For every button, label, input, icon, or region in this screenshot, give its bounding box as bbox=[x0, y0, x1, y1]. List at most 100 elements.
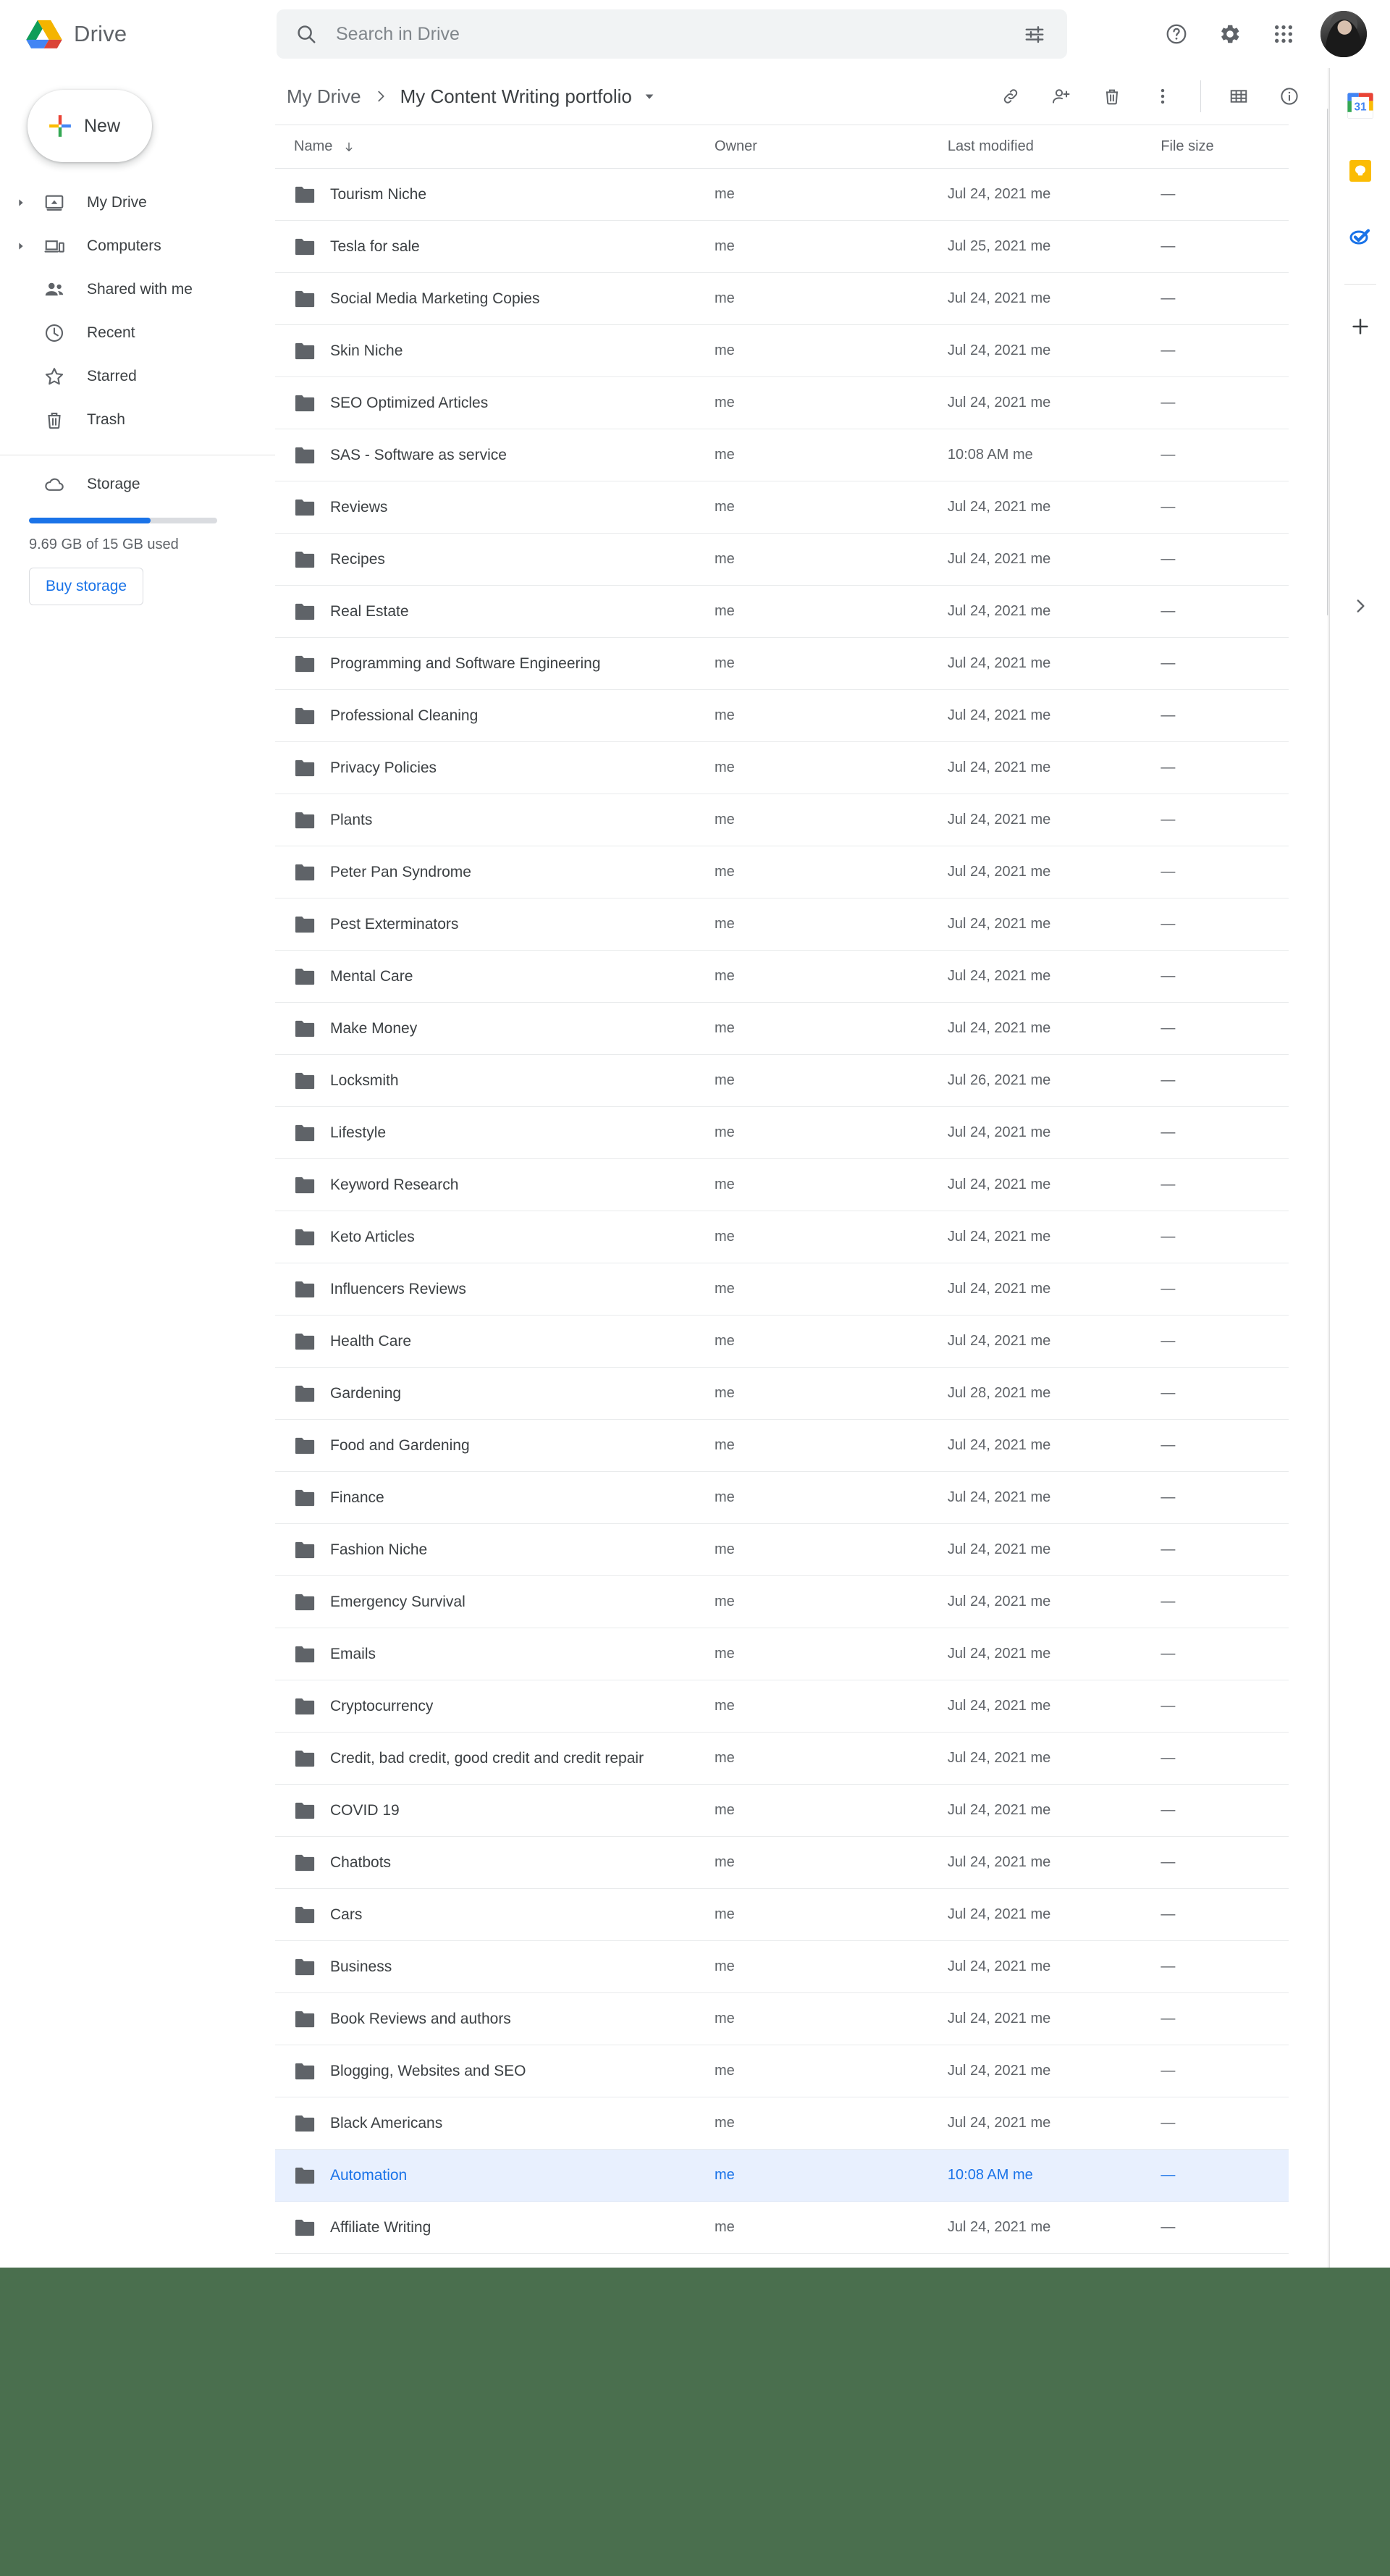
table-row[interactable]: Cryptocurrency me Jul 24, 2021 me — bbox=[275, 1680, 1289, 1733]
cell-name[interactable]: Social Media Marketing Copies bbox=[294, 290, 715, 308]
info-icon[interactable] bbox=[1266, 73, 1313, 119]
add-person-icon[interactable] bbox=[1038, 73, 1084, 119]
table-row[interactable]: Plants me Jul 24, 2021 me — bbox=[275, 794, 1289, 846]
page-title[interactable]: My Content Writing portfolio bbox=[400, 85, 632, 108]
cell-name[interactable]: Keto Articles bbox=[294, 1228, 715, 1247]
cell-name[interactable]: Chatbots bbox=[294, 1853, 715, 1872]
table-row[interactable]: Health Care me Jul 24, 2021 me — bbox=[275, 1316, 1289, 1368]
table-row[interactable]: Social Media Marketing Copies me Jul 24, 2… bbox=[275, 273, 1289, 325]
chevron-right-icon[interactable] bbox=[7, 189, 35, 216]
cell-name[interactable]: Emergency Survival bbox=[294, 1593, 715, 1612]
sidebar-item-storage[interactable]: Storage bbox=[0, 463, 275, 506]
table-row[interactable]: Automation me 10:08 AM me — bbox=[275, 2150, 1289, 2202]
sidebar-item-trash[interactable]: Trash bbox=[0, 398, 275, 442]
sidebar-item-computers[interactable]: Computers bbox=[0, 224, 275, 268]
table-row[interactable]: Recipes me Jul 24, 2021 me — bbox=[275, 534, 1289, 586]
table-row[interactable]: Gardening me Jul 28, 2021 me — bbox=[275, 1368, 1289, 1420]
plus-icon[interactable] bbox=[1340, 306, 1381, 347]
cell-name[interactable]: Make Money bbox=[294, 1019, 715, 1038]
table-row[interactable]: Keyword Research me Jul 24, 2021 me — bbox=[275, 1159, 1289, 1211]
cell-name[interactable]: Food and Gardening bbox=[294, 1436, 715, 1455]
breadcrumb-root[interactable]: My Drive bbox=[287, 85, 361, 108]
cell-name[interactable]: Plants bbox=[294, 811, 715, 830]
cell-name[interactable]: COVID 19 bbox=[294, 1801, 715, 1820]
google-calendar-icon[interactable]: 31 bbox=[1340, 85, 1381, 126]
help-icon[interactable] bbox=[1150, 7, 1203, 61]
cell-name[interactable]: Business bbox=[294, 1958, 715, 1977]
cell-name[interactable]: Mental Care bbox=[294, 967, 715, 986]
cell-name[interactable]: Programming and Software Engineering bbox=[294, 654, 715, 673]
search-bar[interactable] bbox=[277, 9, 1067, 59]
cell-name[interactable]: Locksmith bbox=[294, 1072, 715, 1090]
table-row[interactable]: Tesla for sale me Jul 25, 2021 me — bbox=[275, 221, 1289, 273]
vertical-scrollbar[interactable] bbox=[1327, 109, 1328, 615]
table-row[interactable]: Food and Gardening me Jul 24, 2021 me — bbox=[275, 1420, 1289, 1472]
cell-name[interactable]: SEO Optimized Articles bbox=[294, 394, 715, 413]
table-row[interactable]: Keto Articles me Jul 24, 2021 me — bbox=[275, 1211, 1289, 1263]
table-row[interactable]: Pest Exterminators me Jul 24, 2021 me — bbox=[275, 898, 1289, 951]
cell-name[interactable]: Professional Cleaning bbox=[294, 707, 715, 725]
column-header-last-modified[interactable]: Last modified bbox=[948, 138, 1161, 155]
cell-name[interactable]: Emails bbox=[294, 1645, 715, 1664]
cell-name[interactable]: Book Reviews and authors bbox=[294, 2010, 715, 2029]
table-row[interactable]: Privacy Policies me Jul 24, 2021 me — bbox=[275, 742, 1289, 794]
tune-icon[interactable] bbox=[1018, 17, 1051, 51]
sidebar-item-my-drive[interactable]: My Drive bbox=[0, 181, 275, 224]
avatar[interactable] bbox=[1320, 11, 1367, 57]
cell-name[interactable]: Cryptocurrency bbox=[294, 1697, 715, 1716]
table-row[interactable]: Reviews me Jul 24, 2021 me — bbox=[275, 481, 1289, 534]
cell-name[interactable]: Health Care bbox=[294, 1332, 715, 1351]
table-row[interactable]: Cars me Jul 24, 2021 me — bbox=[275, 1889, 1289, 1941]
sidebar-item-recent[interactable]: Recent bbox=[0, 311, 275, 355]
table-row[interactable]: Emergency Survival me Jul 24, 2021 me — bbox=[275, 1576, 1289, 1628]
sidebar-item-starred[interactable]: Starred bbox=[0, 355, 275, 398]
search-input[interactable] bbox=[317, 23, 1018, 45]
cell-name[interactable]: Tourism Niche bbox=[294, 185, 715, 204]
table-row[interactable]: COVID 19 me Jul 24, 2021 me — bbox=[275, 1785, 1289, 1837]
table-row[interactable]: Lifestyle me Jul 24, 2021 me — bbox=[275, 1107, 1289, 1159]
table-row[interactable]: Credit, bad credit, good credit and cred… bbox=[275, 1733, 1289, 1785]
cell-name[interactable]: Black Americans bbox=[294, 2114, 715, 2133]
buy-storage-button[interactable]: Buy storage bbox=[29, 568, 144, 605]
sidebar-item-shared-with-me[interactable]: Shared with me bbox=[0, 268, 275, 311]
cell-name[interactable]: Affiliate Writing bbox=[294, 2218, 715, 2237]
gear-icon[interactable] bbox=[1203, 7, 1257, 61]
table-row[interactable]: SAS - Software as service me 10:08 AM me — bbox=[275, 429, 1289, 481]
cell-name[interactable]: Recipes bbox=[294, 550, 715, 569]
table-row[interactable]: Make Money me Jul 24, 2021 me — bbox=[275, 1003, 1289, 1055]
drive-brand[interactable]: Drive bbox=[0, 17, 275, 51]
table-row[interactable]: Chatbots me Jul 24, 2021 me — bbox=[275, 1837, 1289, 1889]
cell-name[interactable]: Real Estate bbox=[294, 602, 715, 621]
table-row[interactable]: Influencers Reviews me Jul 24, 2021 me — bbox=[275, 1263, 1289, 1316]
trash-icon[interactable] bbox=[1089, 73, 1135, 119]
table-row[interactable]: Mental Care me Jul 24, 2021 me — bbox=[275, 951, 1289, 1003]
table-row[interactable]: Peter Pan Syndrome me Jul 24, 2021 me — bbox=[275, 846, 1289, 898]
link-icon[interactable] bbox=[987, 73, 1034, 119]
table-row[interactable]: Skin Niche me Jul 24, 2021 me — bbox=[275, 325, 1289, 377]
cell-name[interactable]: Peter Pan Syndrome bbox=[294, 863, 715, 882]
table-row[interactable]: Emails me Jul 24, 2021 me — bbox=[275, 1628, 1289, 1680]
cell-name[interactable]: Blogging, Websites and SEO bbox=[294, 2062, 715, 2081]
cell-name[interactable]: Skin Niche bbox=[294, 342, 715, 361]
table-row[interactable]: Book Reviews and authors me Jul 24, 2021 m… bbox=[275, 1993, 1289, 2045]
cell-name[interactable]: Keyword Research bbox=[294, 1176, 715, 1195]
grid-view-icon[interactable] bbox=[1216, 73, 1262, 119]
column-header-file-size[interactable]: File size bbox=[1161, 138, 1289, 155]
table-row[interactable]: Business me Jul 24, 2021 me — bbox=[275, 1941, 1289, 1993]
more-vertical-icon[interactable] bbox=[1140, 73, 1186, 119]
cell-name[interactable]: Cars bbox=[294, 1906, 715, 1924]
cell-name[interactable]: Pest Exterminators bbox=[294, 915, 715, 934]
cell-name[interactable]: Credit, bad credit, good credit and cred… bbox=[294, 1749, 715, 1768]
column-header-owner[interactable]: Owner bbox=[715, 138, 948, 155]
cell-name[interactable]: Tesla for sale bbox=[294, 237, 715, 256]
cell-name[interactable]: Privacy Policies bbox=[294, 759, 715, 778]
cell-name[interactable]: Reviews bbox=[294, 498, 715, 517]
google-keep-icon[interactable] bbox=[1340, 151, 1381, 191]
cell-name[interactable]: Finance bbox=[294, 1489, 715, 1507]
table-row[interactable]: Tourism Niche me Jul 24, 2021 me — bbox=[275, 169, 1289, 221]
chevron-right-icon[interactable] bbox=[7, 232, 35, 260]
storage-progress-bar[interactable] bbox=[29, 518, 217, 523]
table-row[interactable]: SEO Optimized Articles me Jul 24, 2021 me — bbox=[275, 377, 1289, 429]
google-tasks-icon[interactable] bbox=[1340, 216, 1381, 256]
table-row[interactable]: Professional Cleaning me Jul 24, 2021 me — bbox=[275, 690, 1289, 742]
